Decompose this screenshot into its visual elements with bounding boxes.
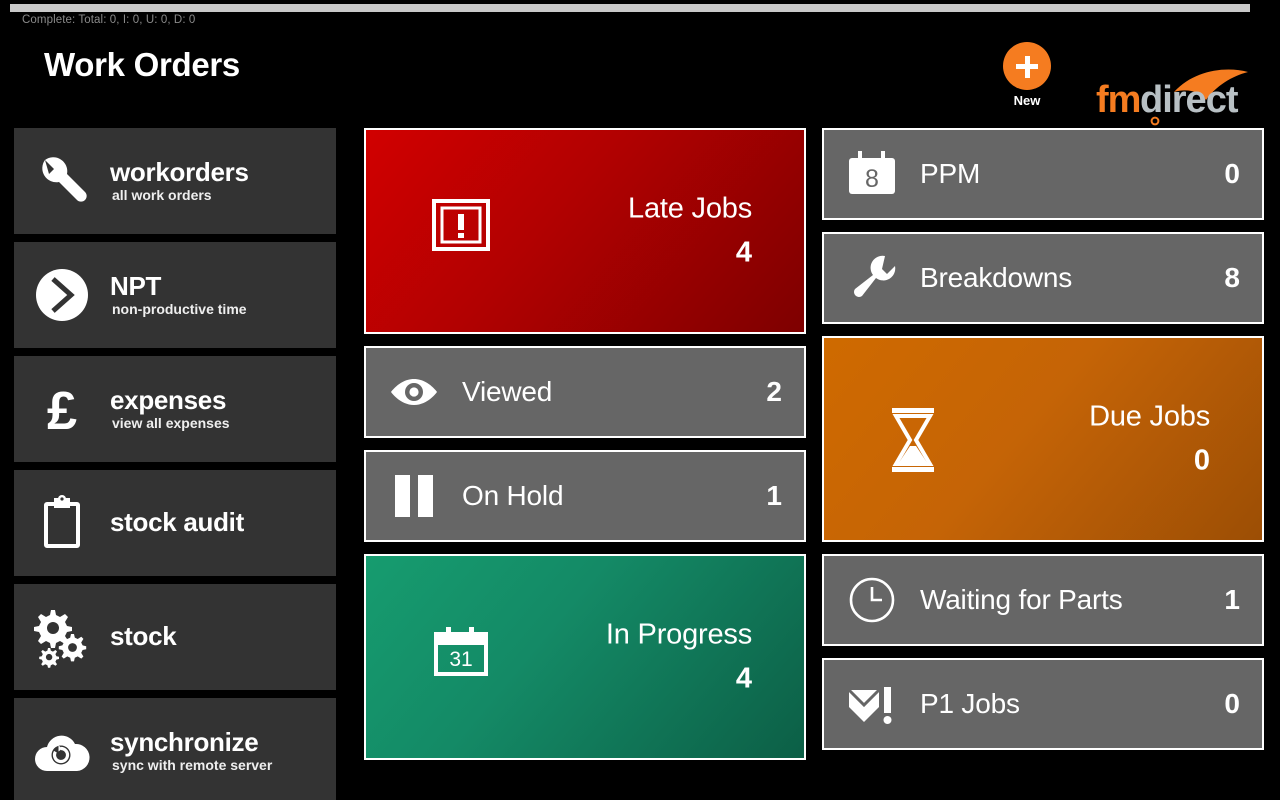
tile-count: 4 bbox=[735, 662, 752, 695]
tile-label: On Hold bbox=[462, 480, 564, 511]
plus-circle-icon bbox=[1003, 42, 1051, 90]
tile-column-middle: Late Jobs 4 Viewed 2 On Hold 1 31 In Pro… bbox=[364, 128, 806, 772]
svg-text:direct: direct bbox=[1140, 79, 1239, 121]
page-header: Work Orders New fm direct bbox=[0, 30, 1280, 126]
sidebar-item-stock[interactable]: stock bbox=[14, 584, 336, 690]
tile-label: Late Jobs bbox=[628, 192, 752, 225]
tile-count: 4 bbox=[735, 236, 752, 269]
wrench-icon bbox=[14, 128, 110, 234]
sync-progress-fill bbox=[10, 4, 1250, 12]
tile-due-jobs[interactable]: Due Jobs 0 bbox=[822, 336, 1264, 542]
tile-count: 0 bbox=[1193, 444, 1210, 477]
pound-sterling-icon: £ bbox=[14, 356, 110, 462]
tile-count: 8 bbox=[1224, 262, 1240, 293]
tile-count: 1 bbox=[1224, 584, 1240, 615]
tile-breakdowns[interactable]: Breakdowns 8 bbox=[822, 232, 1264, 324]
sidebar-label: expenses bbox=[110, 385, 227, 416]
tile-count: 1 bbox=[766, 480, 782, 511]
sync-progress-bar bbox=[10, 4, 1250, 12]
priority-mail-icon bbox=[824, 660, 920, 748]
new-button[interactable]: New bbox=[1001, 42, 1053, 114]
pause-icon bbox=[366, 452, 462, 540]
tile-column-right: 8 PPM 0 Breakdowns 8 Due Jobs 0 Waiting … bbox=[822, 128, 1264, 762]
tile-on-hold[interactable]: On Hold 1 bbox=[364, 450, 806, 542]
tile-ppm[interactable]: 8 PPM 0 bbox=[822, 128, 1264, 220]
tile-count: 0 bbox=[1224, 688, 1240, 719]
tile-label: Waiting for Parts bbox=[920, 584, 1123, 615]
tile-viewed[interactable]: Viewed 2 bbox=[364, 346, 806, 438]
tile-waiting-for-parts[interactable]: Waiting for Parts 1 bbox=[822, 554, 1264, 646]
svg-text:£: £ bbox=[47, 381, 77, 438]
eye-icon bbox=[366, 348, 462, 436]
sidebar-item-stock-audit[interactable]: stock audit bbox=[14, 470, 336, 576]
new-button-label: New bbox=[1013, 93, 1041, 108]
sidebar-label: stock bbox=[110, 621, 177, 652]
svg-text:31: 31 bbox=[449, 648, 472, 671]
fmdirect-logo: fm direct bbox=[1096, 66, 1256, 128]
tile-count: 0 bbox=[1224, 158, 1240, 189]
npt-clock-icon bbox=[14, 242, 110, 348]
sidebar: workorders all work orders NPT non-produ… bbox=[14, 128, 336, 800]
tile-label: In Progress bbox=[605, 618, 752, 651]
sidebar-label: synchronize bbox=[110, 727, 259, 758]
sidebar-sublabel: non-productive time bbox=[112, 301, 247, 318]
work-orders-dashboard: Complete: Total: 0, I: 0, U: 0, D: 0 Wor… bbox=[0, 0, 1280, 800]
tile-in-progress[interactable]: 31 In Progress 4 bbox=[364, 554, 806, 760]
sync-status-bar: Complete: Total: 0, I: 0, U: 0, D: 0 bbox=[0, 0, 1280, 30]
sync-status-text: Complete: Total: 0, I: 0, U: 0, D: 0 bbox=[22, 14, 196, 26]
svg-text:fm: fm bbox=[1096, 79, 1140, 121]
calendar-8-filled-icon: 8 bbox=[824, 130, 920, 218]
tile-label: Breakdowns bbox=[920, 262, 1073, 293]
svg-text:8: 8 bbox=[865, 165, 879, 193]
tile-label: PPM bbox=[920, 158, 981, 189]
hourglass-icon bbox=[890, 407, 954, 472]
tile-p1-jobs[interactable]: P1 Jobs 0 bbox=[822, 658, 1264, 750]
tile-label: Viewed bbox=[462, 376, 553, 407]
cloud-sync-icon bbox=[14, 698, 110, 800]
gears-icon bbox=[14, 584, 110, 690]
tile-label: P1 Jobs bbox=[920, 688, 1020, 719]
wrench-diagonal-icon bbox=[824, 234, 920, 322]
sidebar-label: NPT bbox=[110, 271, 162, 302]
sidebar-item-workorders[interactable]: workorders all work orders bbox=[14, 128, 336, 234]
sidebar-sublabel: sync with remote server bbox=[112, 757, 273, 774]
page-title: Work Orders bbox=[44, 46, 240, 83]
sidebar-item-npt[interactable]: NPT non-productive time bbox=[14, 242, 336, 348]
sidebar-item-synchronize[interactable]: synchronize sync with remote server bbox=[14, 698, 336, 800]
clock-outline-icon bbox=[824, 556, 920, 644]
warning-box-icon bbox=[432, 199, 496, 263]
calendar-31-icon: 31 bbox=[432, 625, 496, 689]
sidebar-item-expenses[interactable]: £ expenses view all expenses bbox=[14, 356, 336, 462]
tile-label: Due Jobs bbox=[1089, 400, 1210, 433]
sidebar-label: workorders bbox=[110, 157, 249, 188]
clipboard-icon bbox=[14, 470, 110, 576]
tile-count: 2 bbox=[766, 376, 782, 407]
sidebar-label: stock audit bbox=[110, 507, 244, 538]
sidebar-sublabel: all work orders bbox=[112, 187, 212, 204]
tile-late-jobs[interactable]: Late Jobs 4 bbox=[364, 128, 806, 334]
sidebar-sublabel: view all expenses bbox=[112, 415, 230, 432]
